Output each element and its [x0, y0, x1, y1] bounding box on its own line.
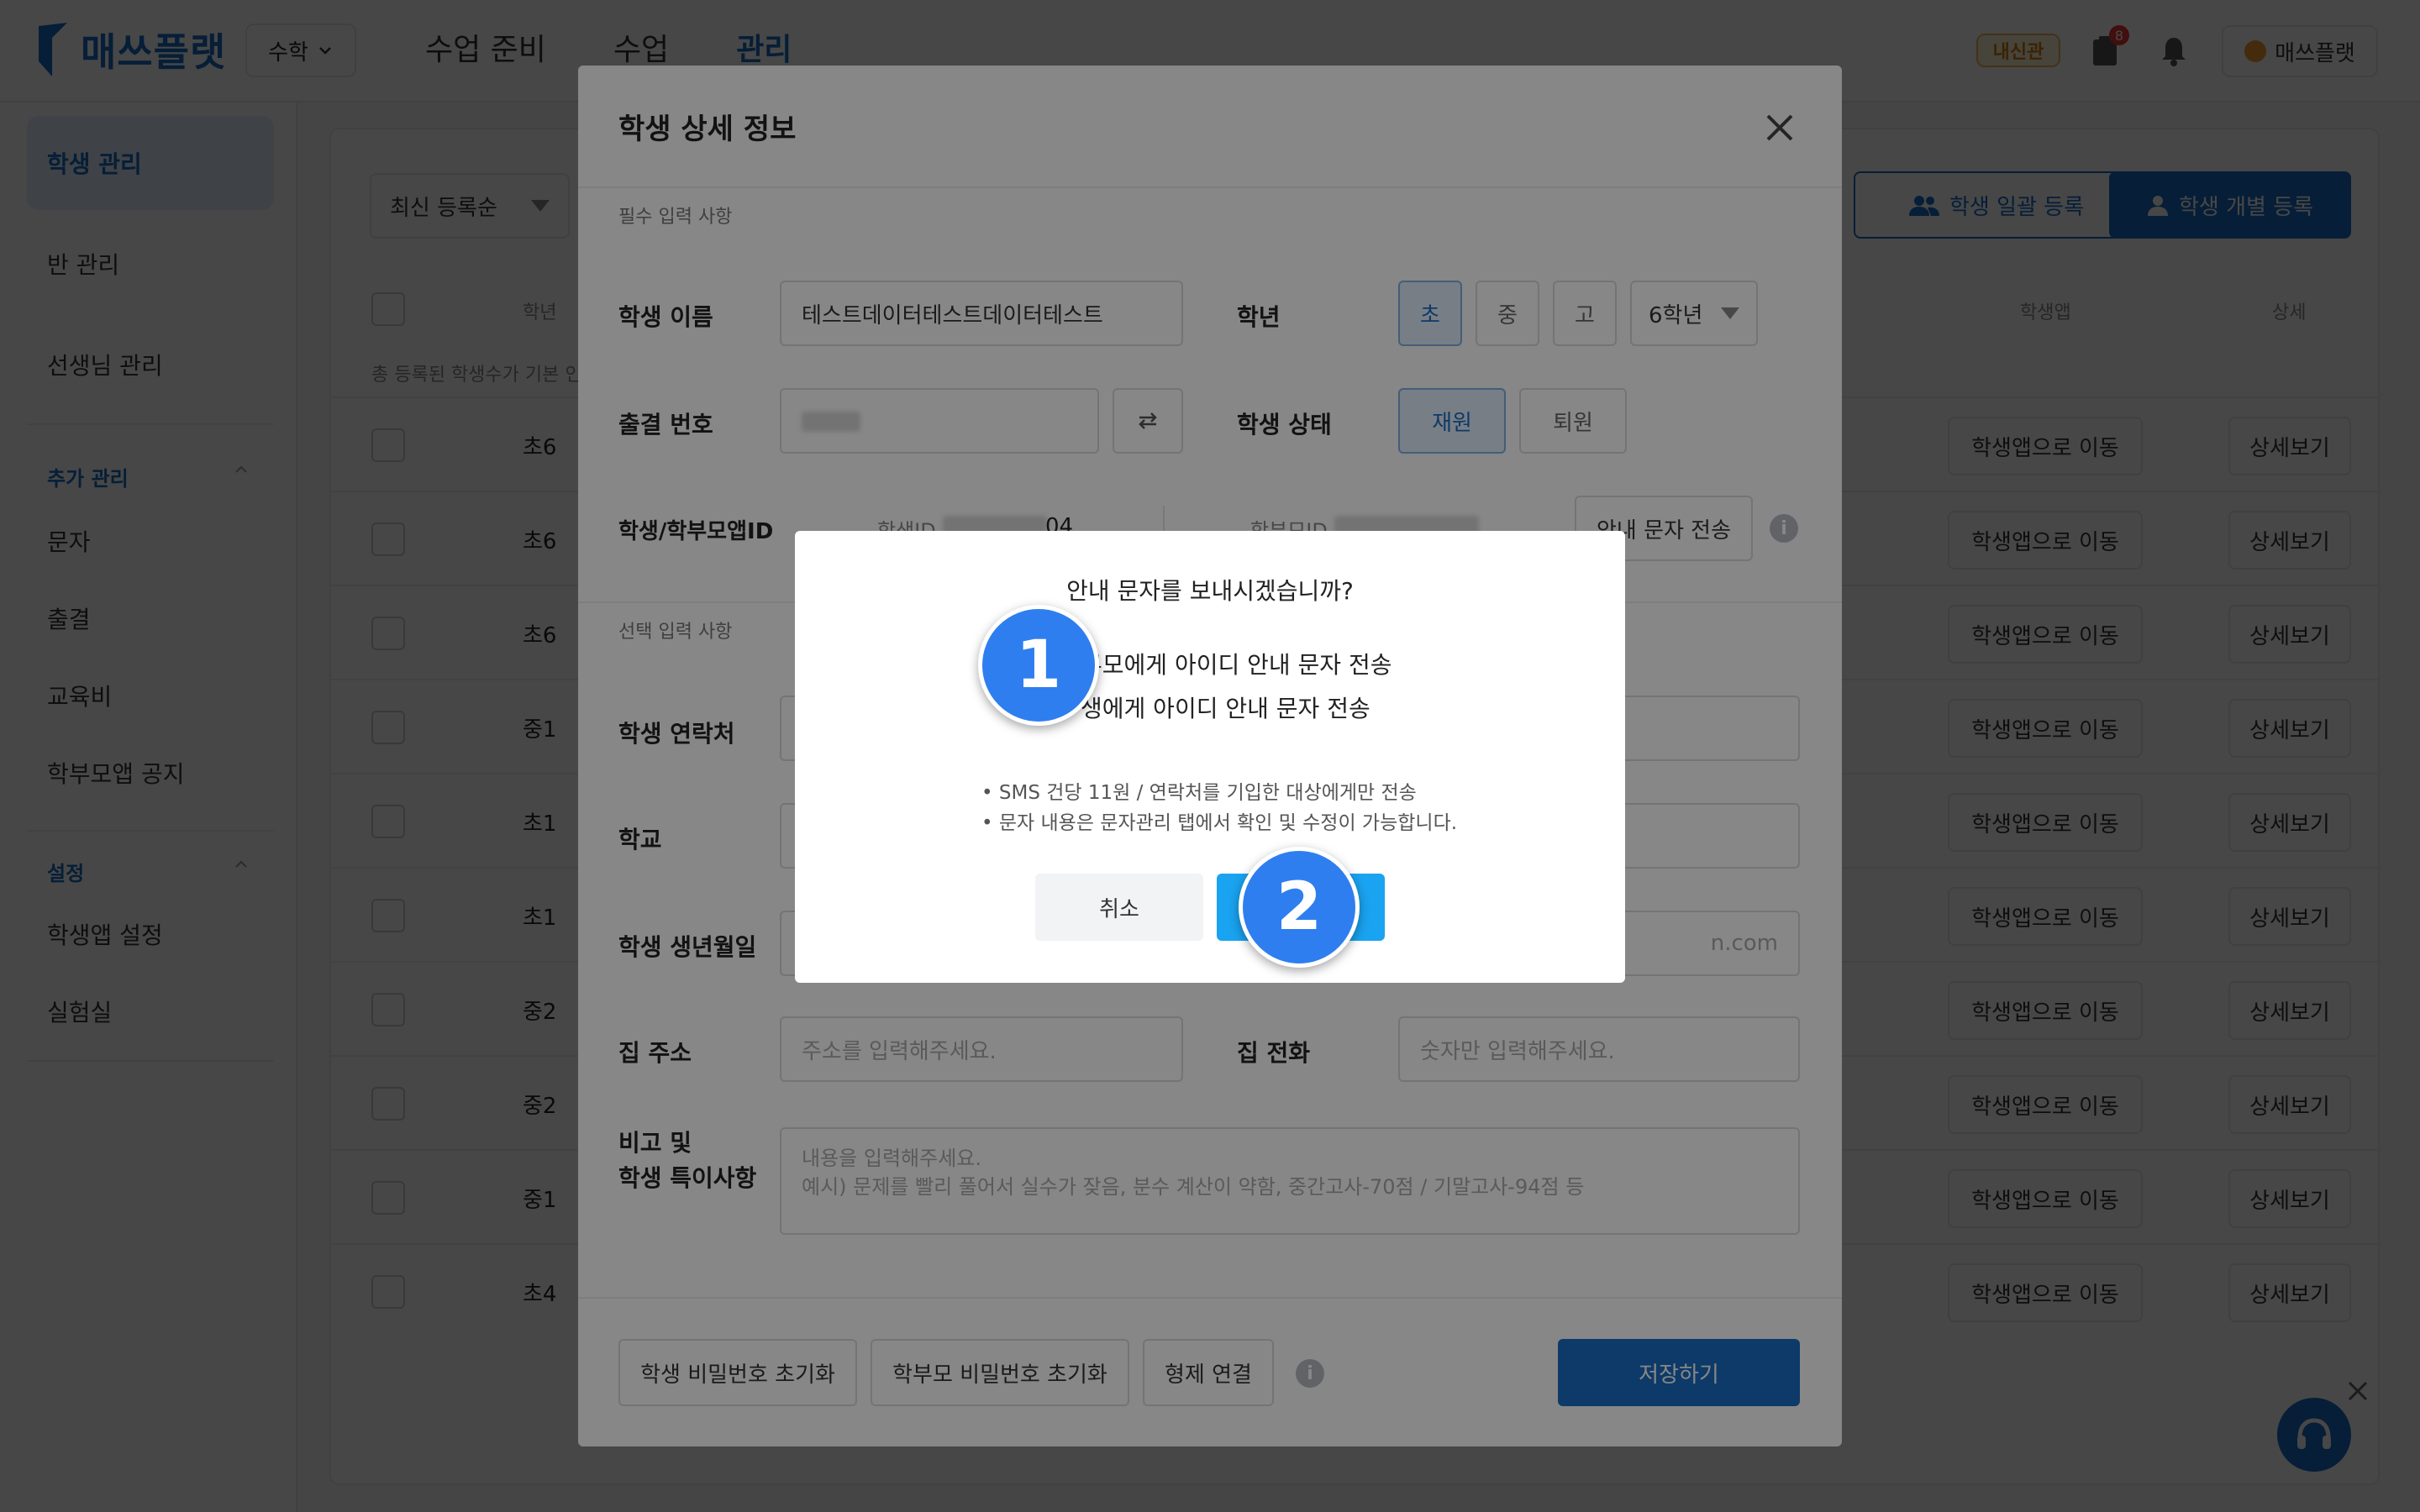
send-to-parents-option[interactable]: 부모에게 아이디 안내 문자 전송: [1081, 647, 1392, 680]
step-marker-1: 1: [978, 605, 1099, 726]
confirm-title: 안내 문자를 보내시겠습니까?: [1066, 577, 1354, 605]
sms-cost-note: • SMS 건당 11원 / 연락처를 기입한 대상에게만 전송: [981, 782, 1417, 804]
cancel-button[interactable]: 취소: [1035, 874, 1203, 941]
sms-edit-note: • 문자 내용은 문자관리 탭에서 확인 및 수정이 가능합니다.: [981, 812, 1458, 834]
step-marker-2: 2: [1239, 847, 1360, 968]
send-sms-confirm-dialog: 안내 문자를 보내시겠습니까? 부모에게 아이디 안내 문자 전송 생에게 아이…: [795, 531, 1625, 983]
send-to-students-option[interactable]: 생에게 아이디 안내 문자 전송: [1081, 690, 1370, 724]
